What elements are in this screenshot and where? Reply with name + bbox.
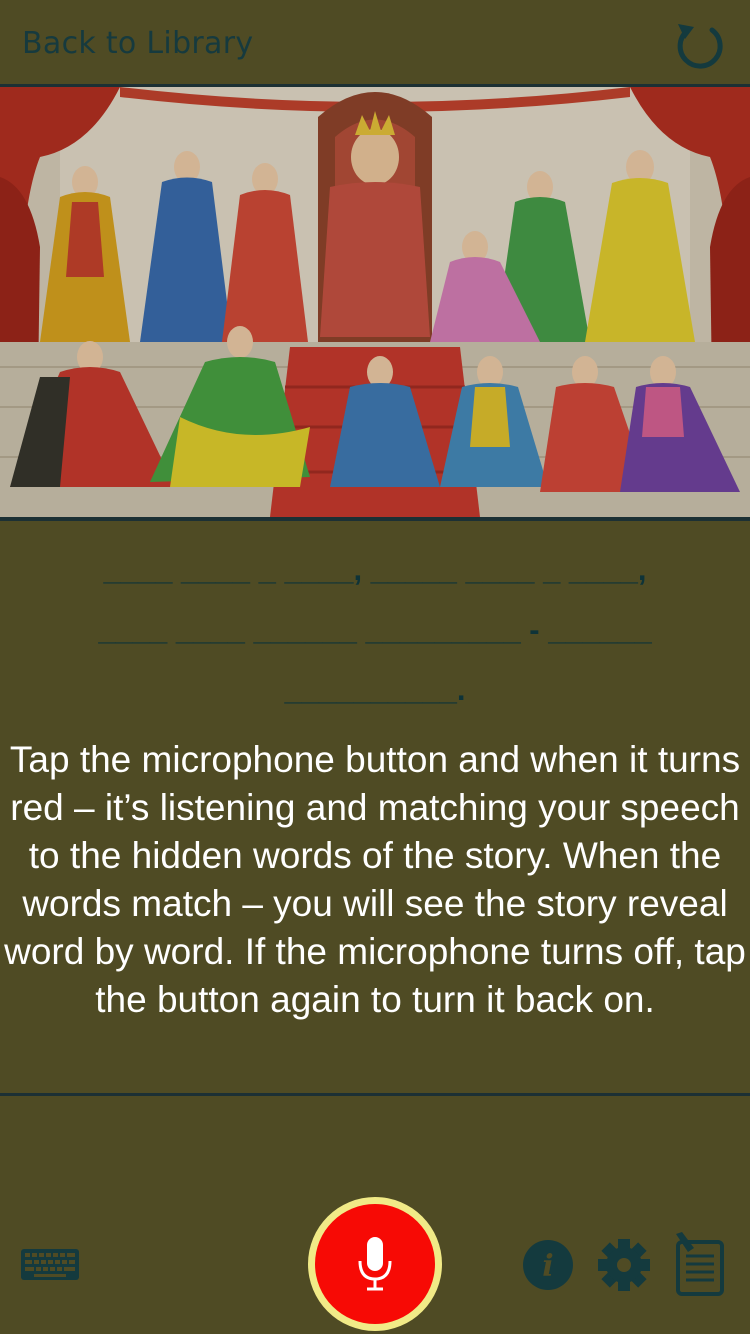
notes-icon[interactable] — [674, 1232, 726, 1296]
info-icon[interactable]: i — [522, 1239, 574, 1291]
hidden-story-text: ____ ____ _ ____, _____ ____ _ ____, ___… — [20, 540, 730, 720]
microphone-icon — [315, 1204, 435, 1324]
microphone-button-fill — [315, 1204, 435, 1324]
keyboard-icon[interactable] — [20, 1248, 80, 1281]
microphone-button[interactable] — [308, 1197, 442, 1331]
instructions-text: Tap the microphone button and when it tu… — [0, 736, 750, 1024]
story-illustration — [0, 87, 750, 521]
back-to-library-link[interactable]: Back to Library — [22, 26, 253, 61]
gear-icon[interactable] — [597, 1238, 651, 1292]
princesses-on-stage-image — [0, 87, 750, 517]
top-bar: Back to Library — [0, 0, 750, 87]
refresh-icon[interactable] — [672, 18, 726, 72]
divider — [0, 1093, 750, 1096]
svg-text:i: i — [542, 1249, 553, 1284]
